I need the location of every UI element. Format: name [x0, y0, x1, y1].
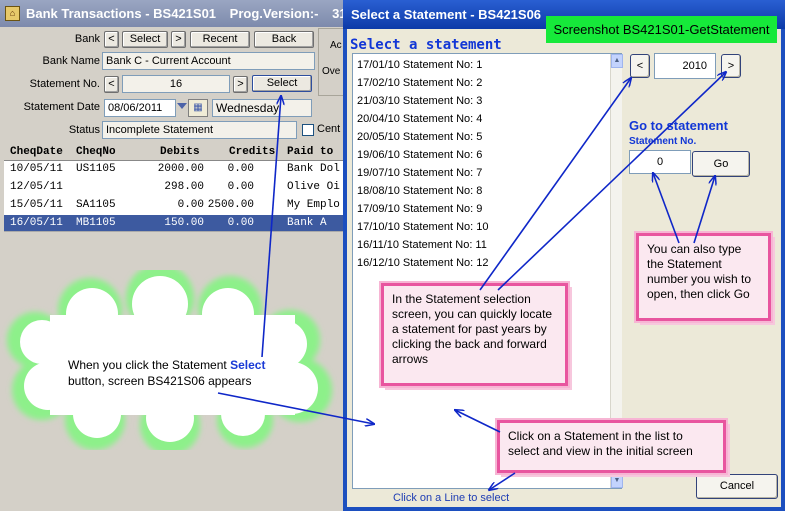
bank-select-button[interactable]: Select [122, 31, 168, 48]
weekday-field: Wednesday [212, 99, 312, 117]
transactions-table: 10/05/11 US1105 2000.00 0.00 Bank Dol 12/05/1… [4, 161, 350, 231]
bank-name-field[interactable]: Bank C - Current Account [102, 52, 315, 70]
cell-debits: 298.00 [164, 181, 204, 193]
bank-prev-button[interactable]: < [104, 31, 119, 48]
goto-statement-no-field[interactable]: 0 [629, 150, 691, 174]
callout-type-number: You can also type the Statement number y… [636, 233, 771, 321]
cell-debits: 0.00 [177, 199, 204, 211]
cell-paid-to: Olive Oi [287, 181, 340, 193]
window-title-bar: Bank Transactions - BS421S01 Prog.Versio… [0, 0, 350, 27]
table-row[interactable]: 15/05/11 SA1105 0.00 2500.00 My Emplo [4, 197, 350, 213]
statement-select-button[interactable]: Select [252, 75, 312, 92]
cloud-text-select: Select [230, 358, 266, 372]
cell-date: 12/05/11 [10, 181, 63, 193]
cell-credits: 0.00 [227, 163, 254, 175]
bank-label: Bank [74, 33, 100, 45]
statement-list-item[interactable]: 16/12/10 Statement No: 12 [357, 254, 488, 272]
cell-paid-to: Bank Dol [287, 163, 340, 175]
calendar-icon[interactable]: ▦ [188, 99, 208, 117]
cell-credits: 0.00 [227, 217, 254, 229]
cloud-text-pre: When you click the Statement [68, 358, 227, 372]
click-line-hint: Click on a Line to select [393, 492, 510, 504]
cell-paid-to: My Emplo [287, 199, 340, 211]
cell-no: MB1105 [76, 217, 116, 229]
statement-list-item[interactable]: 20/05/10 Statement No: 5 [357, 128, 482, 146]
bank-app-icon: ⌂ [5, 6, 20, 21]
statement-prev-button[interactable]: < [104, 76, 119, 93]
cell-date: 15/05/11 [10, 199, 63, 211]
col-credits: Credits [229, 146, 276, 158]
cloud-callout-text: When you click the Statement Select butt… [68, 357, 343, 389]
statement-list-item[interactable]: 20/04/10 Statement No: 4 [357, 110, 482, 128]
back-button[interactable]: Back [254, 31, 314, 48]
table-row[interactable]: 10/05/11 US1105 2000.00 0.00 Bank Dol [4, 161, 350, 177]
year-next-button[interactable]: > [721, 54, 741, 78]
screenshot-id-tag: Screenshot BS421S01-GetStatement [546, 16, 777, 43]
status-label: Status [68, 124, 100, 136]
statement-no-field[interactable]: 16 [122, 75, 230, 93]
cent-checkbox[interactable] [302, 124, 314, 136]
cent-label: Cent [317, 123, 341, 135]
cloud-text-post: button, screen BS421S06 appears [68, 374, 252, 388]
status-field: Incomplete Statement [102, 121, 297, 139]
recent-button[interactable]: Recent [190, 31, 250, 48]
statement-list-item[interactable]: 17/10/10 Statement No: 10 [357, 218, 488, 236]
col-debits: Debits [160, 146, 200, 158]
ac-label: Ac [330, 40, 342, 51]
table-row[interactable]: 16/05/11 MB1105 150.00 0.00 Bank A [4, 215, 350, 231]
cell-date: 10/05/11 [10, 163, 63, 175]
goto-statement-no-label: Statement No. [629, 136, 697, 147]
statement-list-item[interactable]: 17/02/10 Statement No: 2 [357, 74, 482, 92]
statement-date-label: Statement Date [23, 101, 100, 113]
go-button[interactable]: Go [692, 151, 750, 177]
ove-label: Ove [322, 66, 341, 77]
statement-list-item[interactable]: 21/03/10 Statement No: 3 [357, 92, 482, 110]
callout-click-statement: Click on a Statement in the list to sele… [497, 420, 726, 473]
cell-no: US1105 [76, 163, 116, 175]
cell-date: 16/05/11 [10, 217, 63, 229]
statement-list-item[interactable]: 17/09/10 Statement No: 9 [357, 200, 482, 218]
table-row[interactable]: 12/05/11 298.00 0.00 Olive Oi [4, 179, 350, 195]
col-cheqdate: CheqDate [10, 146, 63, 158]
cell-debits: 150.00 [164, 217, 204, 229]
statement-list-item[interactable]: 17/01/10 Statement No: 1 [357, 56, 482, 74]
cell-paid-to: Bank A [287, 217, 327, 229]
cancel-button[interactable]: Cancel [696, 474, 778, 499]
statement-no-label: Statement No. [29, 78, 100, 90]
year-prev-button[interactable]: < [630, 54, 650, 78]
scroll-down-icon[interactable]: ▼ [611, 474, 623, 488]
transactions-table-header: CheqDate CheqNo Debits Credits Paid to [4, 144, 350, 161]
statement-list-item[interactable]: 19/07/10 Statement No: 7 [357, 164, 482, 182]
statement-list-item[interactable]: 19/06/10 Statement No: 6 [357, 146, 482, 164]
bank-next-button[interactable]: > [171, 31, 186, 48]
statement-date-field[interactable]: 08/06/2011 [104, 99, 176, 117]
cell-debits: 2000.00 [157, 163, 204, 175]
go-to-statement-heading: Go to statement [629, 118, 728, 133]
statement-list-item[interactable]: 18/08/10 Statement No: 8 [357, 182, 482, 200]
col-paid-to: Paid to [287, 146, 334, 158]
cell-credits: 0.00 [227, 181, 254, 193]
window-title: Bank Transactions - BS421S01 [26, 6, 217, 21]
col-cheqno: CheqNo [76, 146, 116, 158]
scroll-up-icon[interactable]: ▲ [611, 54, 623, 68]
date-dropdown-icon[interactable] [177, 103, 187, 109]
cell-no: SA1105 [76, 199, 116, 211]
statement-next-button[interactable]: > [233, 76, 248, 93]
year-field[interactable]: 2010 [654, 53, 716, 79]
statement-list-item[interactable]: 16/11/10 Statement No: 11 [357, 236, 487, 254]
prog-version-label: Prog.Version:- [229, 6, 319, 21]
cell-credits: 2500.00 [207, 199, 254, 211]
select-statement-heading: Select a statement [350, 37, 502, 53]
bank-name-label: Bank Name [42, 55, 100, 67]
callout-year-arrows: In the Statement selection screen, you c… [381, 283, 568, 386]
